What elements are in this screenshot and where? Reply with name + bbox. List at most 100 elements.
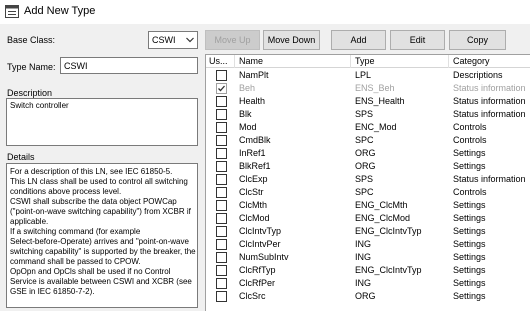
cell-name: ClcMth <box>239 200 268 210</box>
details-line: OpOpn and OpCls shall be used if no Cont… <box>10 267 171 276</box>
cell-category: Settings <box>453 265 486 275</box>
table-row[interactable]: ClcExp SPS Status information <box>206 173 530 186</box>
cell-category: Settings <box>453 239 486 249</box>
cell-category: Settings <box>453 226 486 236</box>
use-checkbox[interactable] <box>216 291 227 302</box>
table-row[interactable]: NumSubIntv ING Settings <box>206 251 530 264</box>
add-button[interactable]: Add <box>331 30 386 50</box>
details-textarea[interactable]: For a description of this LN, see IEC 61… <box>6 163 198 308</box>
cell-name: Mod <box>239 122 257 132</box>
cell-name: ClcRfPer <box>239 278 276 288</box>
cell-category: Settings <box>453 161 486 171</box>
window-title: Add New Type <box>24 5 96 17</box>
use-checkbox[interactable] <box>216 109 227 120</box>
copy-button[interactable]: Copy <box>449 30 506 50</box>
use-checkbox[interactable] <box>216 187 227 198</box>
details-line: CSWI shall subscribe the data object POW… <box>10 197 177 206</box>
use-checkbox[interactable] <box>216 200 227 211</box>
table-row[interactable]: ClcMod ENG_ClcMod Settings <box>206 212 530 225</box>
cell-name: ClcMod <box>239 213 270 223</box>
cell-name: CmdBlk <box>239 135 271 145</box>
move-down-button[interactable]: Move Down <box>263 30 320 50</box>
cell-type: ING <box>355 239 372 249</box>
table-row[interactable]: BlkRef1 ORG Settings <box>206 160 530 173</box>
details-label: Details <box>7 152 35 162</box>
cell-name: Health <box>239 96 266 106</box>
details-line: Select-before-Operate) arrives and "poin… <box>10 237 189 246</box>
table-row[interactable]: NamPlt LPL Descriptions <box>206 69 530 82</box>
use-checkbox[interactable] <box>216 252 227 263</box>
table-row[interactable]: ClcIntvPer ING Settings <box>206 238 530 251</box>
table-row[interactable]: ClcIntvTyp ENG_ClcIntvTyp Settings <box>206 225 530 238</box>
base-class-dropdown[interactable]: CSWI <box>148 31 198 49</box>
cell-category: Settings <box>453 148 486 158</box>
cell-type: ENC_Mod <box>355 122 397 132</box>
type-name-input[interactable] <box>61 58 197 73</box>
table-row[interactable]: CmdBlk SPC Controls <box>206 134 530 147</box>
edit-button[interactable]: Edit <box>390 30 445 50</box>
details-line: For a description of this LN, see IEC 61… <box>10 167 173 176</box>
use-checkbox[interactable] <box>216 239 227 250</box>
grid-header: Us... Name Type Category <box>206 55 530 68</box>
table-row[interactable]: ClcRfTyp ENG_ClcIntvTyp Settings <box>206 264 530 277</box>
use-checkbox[interactable] <box>216 148 227 159</box>
cell-type: ING <box>355 278 372 288</box>
use-checkbox[interactable] <box>216 278 227 289</box>
details-line: applicable. <box>10 217 49 226</box>
header-category[interactable]: Category <box>450 55 530 68</box>
header-use[interactable]: Us... <box>206 55 235 68</box>
table-row[interactable]: ClcMth ENG_ClcMth Settings <box>206 199 530 212</box>
use-checkbox[interactable] <box>216 161 227 172</box>
table-row[interactable]: Blk SPS Status information <box>206 108 530 121</box>
app-window-icon <box>5 5 19 18</box>
title-bar: Add New Type <box>0 0 530 24</box>
cell-category: Status information <box>453 96 526 106</box>
details-line: ("point-on-wave switching capability") f… <box>10 207 191 216</box>
table-row[interactable]: Health ENS_Health Status information <box>206 95 530 108</box>
use-checkbox[interactable] <box>216 174 227 185</box>
use-checkbox[interactable] <box>216 122 227 133</box>
description-textarea[interactable]: Switch controller <box>6 98 198 146</box>
move-up-button[interactable]: Move Up <box>205 30 260 50</box>
table-row[interactable]: ClcStr SPC Controls <box>206 186 530 199</box>
header-type[interactable]: Type <box>352 55 449 68</box>
table-row[interactable]: ClcSrc ORG Settings <box>206 290 530 303</box>
cell-name: ClcRfTyp <box>239 265 276 275</box>
data-attributes-grid[interactable]: Us... Name Type Category NamPlt LPL Descri… <box>205 54 530 311</box>
use-checkbox[interactable] <box>216 265 227 276</box>
cell-category: Status information <box>453 83 526 93</box>
table-row[interactable]: Mod ENC_Mod Controls <box>206 121 530 134</box>
cell-category: Settings <box>453 291 486 301</box>
cell-name: Beh <box>239 83 256 93</box>
cell-name: NumSubIntv <box>239 252 289 262</box>
table-row[interactable]: InRef1 ORG Settings <box>206 147 530 160</box>
type-name-field[interactable] <box>60 57 198 74</box>
cell-type: ENS_Beh <box>355 83 395 93</box>
use-checkbox[interactable] <box>216 213 227 224</box>
cell-type: LPL <box>355 70 372 80</box>
cell-type: ORG <box>355 291 376 301</box>
details-line: command shall be passed to CPOW. <box>10 257 141 266</box>
use-checkbox[interactable] <box>216 135 227 146</box>
use-checkbox[interactable] <box>216 70 227 81</box>
cell-category: Settings <box>453 213 486 223</box>
table-row[interactable]: ClcRfPer ING Settings <box>206 277 530 290</box>
base-class-value: CSWI <box>152 35 176 45</box>
cell-type: SPS <box>355 174 374 184</box>
cell-type: ENS_Health <box>355 96 405 106</box>
cell-type: SPC <box>355 135 374 145</box>
cell-type: ENG_ClcMod <box>355 213 411 223</box>
cell-category: Status information <box>453 174 526 184</box>
description-text: Switch controller <box>10 101 69 110</box>
cell-category: Controls <box>453 135 487 145</box>
use-checkbox[interactable] <box>216 96 227 107</box>
table-row[interactable]: Beh ENS_Beh Status information <box>206 82 530 95</box>
header-name[interactable]: Name <box>236 55 351 68</box>
use-checkbox[interactable] <box>216 226 227 237</box>
cell-name: ClcIntvPer <box>239 239 281 249</box>
cell-name: NamPlt <box>239 70 269 80</box>
cell-name: ClcSrc <box>239 291 266 301</box>
details-line: switching capability" is supported by th… <box>10 247 196 256</box>
cell-type: ING <box>355 252 372 262</box>
use-checkbox[interactable] <box>216 83 227 94</box>
